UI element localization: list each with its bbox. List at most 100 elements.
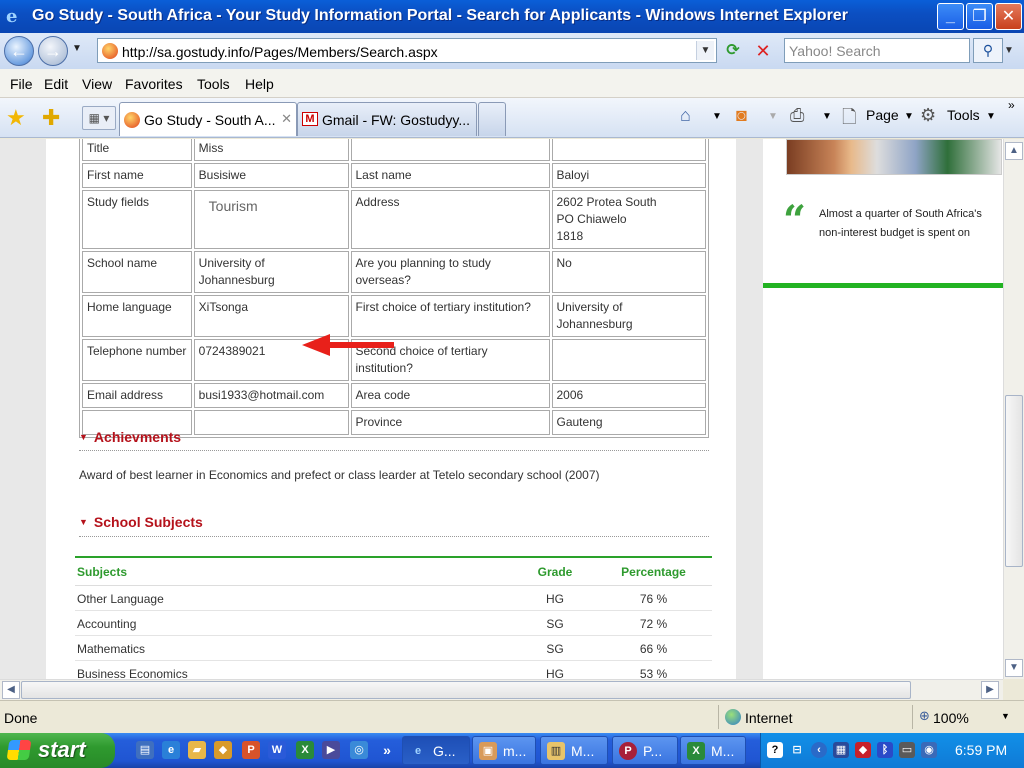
security-zone[interactable]: Internet <box>718 705 908 729</box>
chevron-down-icon: ▼ <box>79 432 88 442</box>
vertical-scroll-thumb[interactable] <box>1005 395 1023 567</box>
zone-label: Internet <box>745 710 793 726</box>
achievements-text: Award of best learner in Economics and p… <box>79 468 600 482</box>
menu-view[interactable]: View <box>82 76 112 92</box>
subject-name: Other Language <box>75 585 515 611</box>
print-dropdown-icon[interactable]: ▼ <box>822 111 832 122</box>
add-favorites-icon[interactable]: ✚ <box>42 105 60 131</box>
taskbar-item-2[interactable]: ▣ m... <box>472 736 536 765</box>
search-input[interactable]: Yahoo! Search <box>784 38 970 63</box>
help-icon[interactable]: ? <box>767 742 783 758</box>
minimize-button[interactable]: _ <box>937 3 964 30</box>
menu-help[interactable]: Help <box>245 76 274 92</box>
toolbar-overflow-icon[interactable]: » <box>1008 98 1015 112</box>
tray-expand-icon[interactable]: ‹ <box>811 742 827 758</box>
recent-pages-dropdown-icon[interactable]: ▼ <box>72 43 82 54</box>
taskbar-item-4[interactable]: P P... <box>612 736 678 765</box>
start-button[interactable]: start <box>0 733 115 768</box>
tab-close-icon[interactable]: ✕ <box>281 111 292 127</box>
subject-grade: SG <box>515 610 595 636</box>
zoom-level: 100% <box>933 710 969 726</box>
table-row: Business Economics HG 53 % <box>75 660 712 679</box>
ie-quicklaunch-icon[interactable]: e <box>162 741 180 759</box>
app-quicklaunch-icon[interactable]: ◆ <box>214 741 232 759</box>
taskbar-item-label: M... <box>571 743 595 759</box>
feeds-dropdown-icon[interactable]: ▼ <box>768 111 778 122</box>
tools-menu-button[interactable]: Tools <box>947 107 980 123</box>
search-icon[interactable]: ⚲ <box>973 38 1003 63</box>
profile-value <box>551 139 706 161</box>
table-row: Home language XiTsonga First choice of t… <box>82 295 706 337</box>
media-quicklaunch-icon[interactable]: ▶ <box>322 741 340 759</box>
page-menu-button[interactable]: Page <box>866 107 899 123</box>
scroll-down-icon[interactable]: ▼ <box>1005 659 1023 677</box>
start-label: start <box>38 737 86 762</box>
taskbar-item-3[interactable]: ▥ M... <box>540 736 608 765</box>
volume-icon[interactable]: ◉ <box>921 742 937 758</box>
tab-label: Gmail - FW: Gostudyy... <box>322 112 471 128</box>
favorites-center-icon[interactable]: ★ <box>6 105 26 131</box>
show-desktop-icon[interactable]: ▤ <box>136 741 154 759</box>
back-button[interactable]: ← <box>4 36 34 66</box>
taskbar-item-label: m... <box>503 743 527 759</box>
refresh-icon[interactable]: ⟳ <box>721 40 745 62</box>
scroll-left-icon[interactable]: ◀ <box>2 681 20 699</box>
scroll-up-icon[interactable]: ▲ <box>1005 142 1023 160</box>
search-options-dropdown-icon[interactable]: ▼ <box>1004 45 1014 56</box>
table-row: Email address busi1933@hotmail.com Area … <box>82 383 706 408</box>
zoom-dropdown-icon[interactable]: ▼ <box>1001 711 1010 721</box>
horizontal-scroll-thumb[interactable] <box>21 681 911 699</box>
subject-percentage: 66 % <box>595 635 712 661</box>
bluetooth-icon[interactable]: ᛒ <box>877 742 893 758</box>
address-input[interactable]: http://sa.gostudy.info/Pages/Members/Sea… <box>97 38 717 63</box>
right-gutter <box>736 139 763 679</box>
tab-gmail[interactable]: M Gmail - FW: Gostudyy... <box>297 102 477 136</box>
excel-quicklaunch-icon[interactable]: X <box>296 741 314 759</box>
profile-label: Email address <box>82 383 192 408</box>
folder-quicklaunch-icon[interactable]: ▰ <box>188 741 206 759</box>
tab-go-study[interactable]: Go Study - South A... ✕ <box>119 102 297 136</box>
security-shield-icon[interactable]: ◆ <box>855 742 871 758</box>
maximize-button[interactable]: ❐ <box>966 3 993 30</box>
forward-button[interactable]: → <box>38 36 68 66</box>
profile-value: 2006 <box>551 383 706 408</box>
school-subjects-heading[interactable]: ▼ School Subjects <box>79 514 203 530</box>
vertical-scrollbar[interactable]: ▲ ▼ <box>1003 139 1024 679</box>
window-title-bar[interactable]: e Go Study - South Africa - Your Study I… <box>0 0 1024 33</box>
profile-value: 2602 Protea South PO Chiawelo 1818 <box>551 190 706 249</box>
home-icon[interactable]: ⌂ <box>680 105 691 126</box>
print-icon[interactable]: ⎙ <box>790 105 804 126</box>
close-button[interactable]: ✕ <box>995 3 1022 30</box>
horizontal-scrollbar[interactable]: ◀ ▶ <box>0 679 1003 700</box>
menu-tools[interactable]: Tools <box>197 76 230 92</box>
display-icon[interactable]: ▦ <box>833 742 849 758</box>
zoom-control[interactable]: ⊕ 100% ▼ <box>912 705 1020 729</box>
scroll-right-icon[interactable]: ▶ <box>981 681 999 699</box>
menu-file[interactable]: File <box>10 76 33 92</box>
rss-feeds-icon[interactable]: ◙ <box>736 105 747 126</box>
menu-edit[interactable]: Edit <box>44 76 68 92</box>
word-quicklaunch-icon[interactable]: W <box>268 741 286 759</box>
app2-quicklaunch-icon[interactable]: ◎ <box>350 741 368 759</box>
subject-percentage: 76 % <box>595 585 712 611</box>
powerpoint-quicklaunch-icon[interactable]: P <box>242 741 260 759</box>
achievements-heading[interactable]: ▼ Achievments <box>79 429 181 445</box>
address-dropdown-icon[interactable]: ▼ <box>696 41 714 60</box>
taskbar-item-ie[interactable]: e G... <box>402 736 470 765</box>
page-dropdown-icon[interactable]: ▼ <box>904 111 914 122</box>
paint-icon: ▥ <box>547 742 565 760</box>
table-row: Accounting SG 72 % <box>75 610 712 636</box>
quicklaunch-overflow-icon[interactable]: » <box>378 741 396 759</box>
quick-tabs-button[interactable]: ▦ ▾ <box>82 106 116 130</box>
network-icon[interactable]: ⊟ <box>789 742 805 758</box>
right-sidebar: “ Almost a quarter of South Africa's non… <box>763 139 1003 679</box>
table-row: Mathematics SG 66 % <box>75 635 712 661</box>
home-dropdown-icon[interactable]: ▼ <box>712 111 722 122</box>
new-tab-button[interactable] <box>478 102 506 136</box>
menu-favorites[interactable]: Favorites <box>125 76 183 92</box>
power-icon[interactable]: ▭ <box>899 742 915 758</box>
taskbar-item-5[interactable]: X M... <box>680 736 746 765</box>
tools-dropdown-icon[interactable]: ▼ <box>986 111 996 122</box>
stop-icon[interactable]: ✕ <box>751 40 775 62</box>
column-header-grade: Grade <box>515 557 595 586</box>
